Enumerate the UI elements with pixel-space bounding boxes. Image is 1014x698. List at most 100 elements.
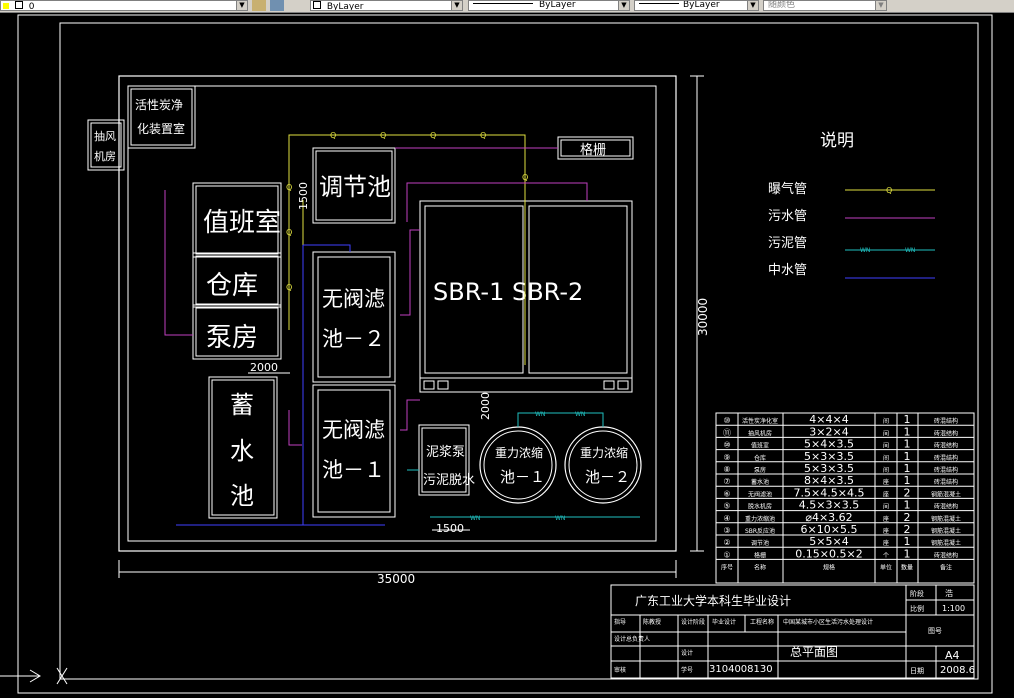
legend-marker: WN xyxy=(860,247,870,254)
warehouse-label: 仓库 xyxy=(206,271,258,301)
tb-cell: 毕业设计 xyxy=(712,618,736,626)
q-marker: Q xyxy=(286,228,292,237)
legend-marker: WN xyxy=(905,247,915,254)
schedule-cell-qty: 1 xyxy=(904,547,911,560)
schedule-cell-unit: 间 xyxy=(883,466,889,474)
dim-1500-top: 1500 xyxy=(297,182,310,210)
schedule-cell-no: ① xyxy=(723,550,730,559)
schedule-cell-qty: 2 xyxy=(904,511,911,524)
schedule-cell-name: SBR反应池 xyxy=(745,527,775,535)
schedule-cell-no: ⑤ xyxy=(723,502,730,511)
schedule-cell-no: ⑩ xyxy=(723,416,730,425)
dim-total-height: 30000 xyxy=(696,298,710,336)
thickener-2 xyxy=(564,426,642,504)
wn-marker: WN xyxy=(555,515,565,522)
date-label: 日期 xyxy=(910,667,924,675)
sbr-label: SBR-1 SBR-2 xyxy=(433,278,583,306)
schedule-cell-name: 仓库 xyxy=(754,454,766,462)
tb-cell: 审核 xyxy=(614,666,626,674)
schedule-cell-unit: 座 xyxy=(883,527,889,535)
schedule-cell-name: 活性炭净化室 xyxy=(742,417,778,425)
schedule-cell-unit: 座 xyxy=(883,539,889,547)
q-marker: Q xyxy=(286,283,292,292)
schedule-cell-note: 砖混结构 xyxy=(934,429,958,437)
schedule-cell-spec: 3×2×4 xyxy=(809,425,848,438)
legend-aeration: 曝气管 Q xyxy=(768,181,935,197)
storage-tank-label-3: 池 xyxy=(230,482,254,510)
legend-label: 曝气管 xyxy=(768,181,807,197)
schedule-cell-qty: 1 xyxy=(904,413,911,426)
schedule-cell-spec: 5×5×4 xyxy=(809,535,848,548)
sheet-no-label: 图号 xyxy=(928,627,942,635)
schedule-cell-note: 钢筋混凝土 xyxy=(931,515,961,523)
sheet-size: A4 xyxy=(945,649,960,662)
schedule-cell-name: 名称 xyxy=(754,564,766,572)
sludge-pipes xyxy=(407,412,640,518)
valveless-filter-1-label-1: 无阀滤 xyxy=(322,418,385,442)
exhaust-fan-label-1: 抽风 xyxy=(94,129,116,143)
schedule-cell-name: 调节池 xyxy=(751,539,769,547)
schedule-cell-name: 重力浓缩池 xyxy=(745,515,775,523)
drawing-canvas[interactable]: 活性炭净 化装置室 抽风 机房 值班室 仓库 泵房 蓄 水 池 调节池 无阀滤 … xyxy=(0,0,1014,698)
schedule-cell-unit: 间 xyxy=(883,454,889,462)
exhaust-fan-label-2: 机房 xyxy=(94,149,116,163)
schedule-cell-no: ③ xyxy=(723,526,730,535)
schedule-cell-note: 钢筋混凝土 xyxy=(931,539,961,547)
dim-1500-bottom: 1500 xyxy=(436,522,464,535)
stage-value: 浩 xyxy=(945,588,953,598)
schedule-cell-qty: 1 xyxy=(904,499,911,512)
schedule-cell-note: 砖混结构 xyxy=(934,551,958,559)
activated-carbon-label-2: 化装置室 xyxy=(137,121,185,136)
duty-room-label: 值班室 xyxy=(203,208,281,238)
wn-marker: WN xyxy=(575,411,585,418)
schedule-cell-spec: 8×4×3.5 xyxy=(804,474,854,487)
stage-label: 阶段 xyxy=(910,589,924,598)
schedule-cell-note: 砖混结构 xyxy=(934,503,958,511)
dim-total-width: 35000 xyxy=(377,572,415,586)
schedule-cell-no: ④ xyxy=(723,514,730,523)
schedule-cell-spec: 规格 xyxy=(823,564,835,572)
schedule-cell-unit: 座 xyxy=(883,490,889,498)
thickener-1-label-2: 池－１ xyxy=(500,468,545,486)
valveless-filter-1-label-2: 池－１ xyxy=(322,458,385,482)
q-marker: Q xyxy=(522,173,528,182)
inner-border xyxy=(59,22,979,680)
schedule-cell-qty: 2 xyxy=(904,523,911,536)
schedule-cell-name: 抽风机房 xyxy=(748,429,772,437)
schedule-cell-name: 格栅 xyxy=(754,551,766,559)
grille-label: 格栅 xyxy=(580,142,606,158)
schedule-cell-name: 泵房 xyxy=(754,466,766,474)
cad-workspace[interactable]: { "toolbar": { "layer_value": "0", "colo… xyxy=(0,0,1014,698)
valveless-filter-2-label-1: 无阀滤 xyxy=(322,287,385,311)
schedule-cell-note: 钢筋混凝土 xyxy=(931,490,961,498)
schedule-cell-qty: 2 xyxy=(904,486,911,499)
schedule-cell-qty: 数量 xyxy=(901,564,913,572)
storage-tank-label-2: 水 xyxy=(230,437,254,465)
schedule-cell-spec: 0.15×0.5×2 xyxy=(795,547,862,560)
wn-marker: WN xyxy=(470,515,480,522)
schedule-cell-note: 砖混结构 xyxy=(934,417,958,425)
thickener-1-label-1: 重力浓缩 xyxy=(495,445,543,460)
thickener-2-label-1: 重力浓缩 xyxy=(580,445,628,460)
schedule-cell-no: ⑥ xyxy=(723,489,730,498)
q-marker: Q xyxy=(330,131,336,140)
activated-carbon-label-1: 活性炭净 xyxy=(135,98,183,112)
schedule-cell-qty: 1 xyxy=(904,438,911,451)
schedule-cell-name: 值班室 xyxy=(751,442,769,450)
schedule-cell-no: ⑪ xyxy=(723,428,731,437)
schedule-cell-unit: 座 xyxy=(883,515,889,523)
legend-sludge: 污泥管 WN WN xyxy=(768,236,935,254)
schedule-cell-qty: 1 xyxy=(904,425,911,438)
q-marker: Q xyxy=(380,131,386,140)
schedule-cell-spec: 7.5×4.5×4.5 xyxy=(794,486,865,499)
schedule-cell-no: ⑨ xyxy=(723,453,730,462)
scale-label: 比例 xyxy=(910,604,924,613)
tb-cell: 设计阶段 xyxy=(681,618,705,626)
schedule-cell-note: 备注 xyxy=(940,564,952,572)
schedule-cell-name: 脱水机房 xyxy=(748,503,772,511)
date-value: 2008.6 xyxy=(940,665,975,676)
schedule-cell-no: ⑦ xyxy=(723,477,730,486)
legend-sewage: 污水管 xyxy=(768,209,935,224)
schedule-cell-no: ⑧ xyxy=(723,465,730,474)
activated-carbon-room xyxy=(127,85,196,149)
